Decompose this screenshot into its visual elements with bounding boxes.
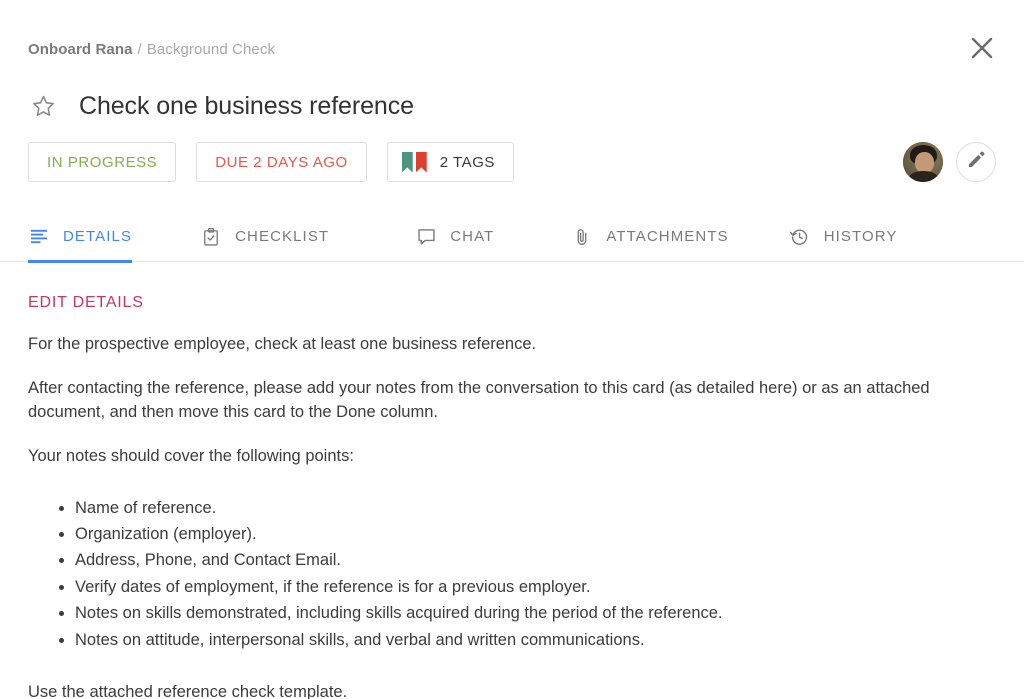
details-paragraph-1: For the prospective employee, check at l… [28, 335, 537, 353]
due-date-label: DUE 2 DAYS AGO [215, 153, 348, 171]
tag-flag-red-icon [415, 151, 427, 173]
clock-restore-icon [789, 226, 811, 248]
tags-count-label: 2 TAGS [439, 153, 495, 171]
tab-history-label: HISTORY [823, 228, 898, 245]
pencil-icon [966, 149, 987, 175]
list-item: Verify dates of employment, if the refer… [75, 574, 996, 600]
close-icon[interactable] [964, 30, 1000, 66]
tab-chat[interactable]: CHAT [415, 212, 494, 262]
tab-checklist-label: CHECKLIST [235, 228, 330, 245]
avatar-body [909, 171, 938, 182]
clipboard-check-icon [200, 226, 222, 248]
breadcrumb: Onboard Rana / Background Check [28, 36, 996, 62]
tab-attachments[interactable]: ATTACHMENTS [571, 212, 728, 262]
card-tabs: DETAILS CHECKLIST CHAT ATTACHMENTS HISTO… [0, 212, 1024, 263]
tag-flags-group [401, 151, 430, 173]
tags-badge[interactable]: 2 TAGS [386, 142, 514, 182]
details-paragraph-3: Your notes should cover the following po… [28, 447, 354, 466]
avatar-face [915, 152, 934, 173]
tab-details-label: DETAILS [63, 228, 133, 245]
card-meta-chips: IN PROGRESS DUE 2 DAYS AGO 2 TAGS [28, 142, 534, 182]
list-item: Notes on skills demonstrated, including … [75, 600, 996, 626]
card-actions [903, 142, 996, 182]
list-item: Address, Phone, and Contact Email. [75, 547, 996, 573]
details-closing-text: Use the attached reference check templat… [28, 683, 348, 699]
details-paragraph-2: After contacting the reference, please a… [28, 379, 930, 421]
page-title: Check one business reference [79, 91, 414, 120]
edit-details-link[interactable]: EDIT DETAILS [28, 294, 144, 312]
list-item: Organization (employer). [75, 521, 996, 547]
breadcrumb-board-name[interactable]: Onboard Rana [28, 41, 133, 58]
status-badge-label: IN PROGRESS [47, 153, 158, 171]
breadcrumb-list-name[interactable]: Background Check [147, 41, 275, 58]
tab-checklist[interactable]: CHECKLIST [200, 212, 329, 262]
star-outline-icon[interactable] [28, 91, 58, 121]
tab-details[interactable]: DETAILS [28, 212, 133, 263]
speech-bubble-icon [415, 226, 437, 248]
avatar[interactable] [903, 142, 943, 182]
text-lines-icon [28, 226, 50, 248]
edit-card-button[interactable] [956, 142, 996, 182]
paperclip-icon [571, 226, 593, 248]
tag-flag-green-icon [401, 151, 413, 173]
due-date-badge[interactable]: DUE 2 DAYS AGO [196, 142, 367, 182]
details-panel: EDIT DETAILS For the prospective employe… [0, 262, 1024, 699]
breadcrumb-separator: / [137, 40, 142, 58]
status-badge[interactable]: IN PROGRESS [28, 142, 177, 182]
list-item: Name of reference. [75, 495, 996, 521]
task-detail-card: Onboard Rana / Background Check Check on… [0, 0, 1024, 699]
card-title-row: Check one business reference [28, 86, 414, 126]
details-bullet-list: Name of reference. Organization (employe… [28, 495, 996, 653]
tab-attachments-label: ATTACHMENTS [606, 228, 729, 245]
tab-chat-label: CHAT [450, 228, 495, 245]
tab-history[interactable]: HISTORY [789, 212, 898, 262]
list-item: Notes on attitude, interpersonal skills,… [75, 627, 996, 653]
